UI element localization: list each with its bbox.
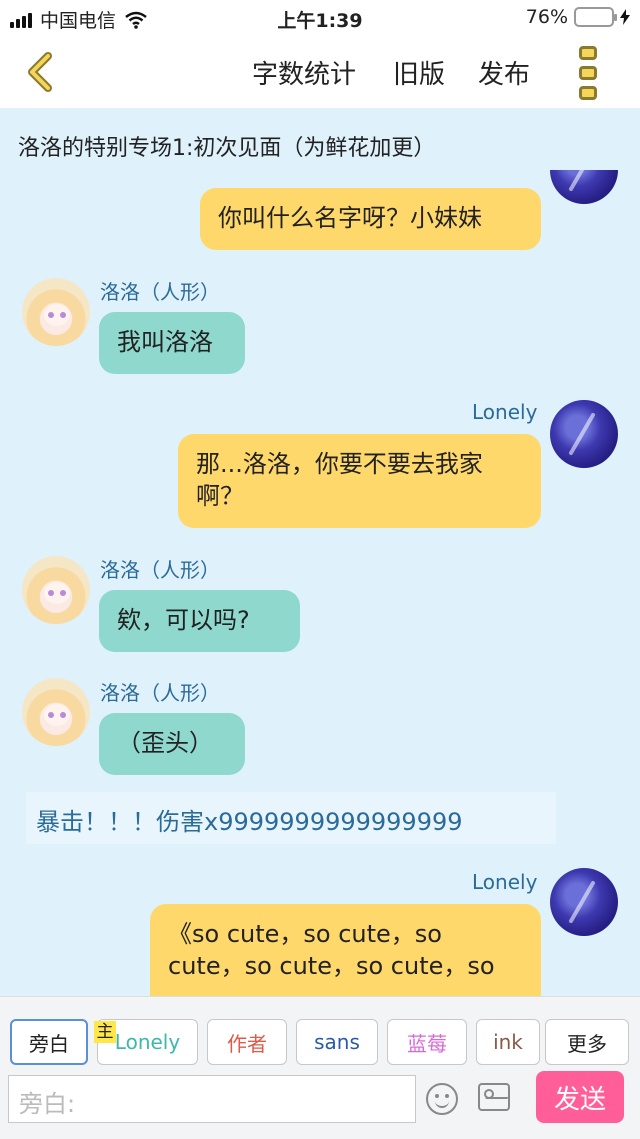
charging-icon bbox=[620, 9, 630, 25]
role-blueberry[interactable]: 蓝莓 bbox=[387, 1019, 467, 1065]
lonely-avatar[interactable] bbox=[550, 400, 618, 468]
role-bar: 旁白 Lonely 主 作者 sans 蓝莓 ink 更多 旁白: 发送 bbox=[0, 996, 640, 1139]
publish-button[interactable]: 发布 bbox=[478, 54, 530, 91]
speaker-name: 洛洛（人形） bbox=[100, 558, 220, 582]
luoluo-avatar[interactable] bbox=[22, 278, 90, 346]
message-bubble[interactable]: 你叫什么名字呀？小妹妹 bbox=[200, 188, 541, 250]
speaker-name: 洛洛（人形） bbox=[100, 280, 220, 304]
old-version-button[interactable]: 旧版 bbox=[393, 54, 445, 91]
status-right: 76% bbox=[526, 6, 630, 28]
role-author[interactable]: 作者 bbox=[207, 1019, 287, 1065]
status-bar: 中国电信 上午1:39 76% bbox=[0, 0, 640, 36]
speaker-name: 洛洛（人形） bbox=[100, 681, 220, 705]
role-ink[interactable]: ink bbox=[476, 1019, 540, 1065]
speaker-name: Lonely bbox=[472, 400, 538, 424]
speaker-name: Lonely bbox=[472, 870, 538, 894]
role-label: ink bbox=[493, 1030, 523, 1054]
message-bubble[interactable]: 《so cute，so cute，so cute，so cute，so cute… bbox=[150, 904, 541, 996]
role-label: 旁白 bbox=[29, 1031, 69, 1056]
message-bubble[interactable]: 我叫洛洛 bbox=[99, 312, 245, 374]
nav-bar: 字数统计 旧版 发布 bbox=[0, 36, 640, 108]
chapter-title: 洛洛的特别专场1:初次见面（为鲜花加更） bbox=[18, 136, 436, 161]
luoluo-avatar[interactable] bbox=[22, 678, 90, 746]
lonely-avatar[interactable] bbox=[550, 868, 618, 936]
lonely-avatar[interactable] bbox=[550, 170, 618, 204]
message-list[interactable]: 你叫什么名字呀？小妹妹 洛洛（人形） 我叫洛洛 Lonely 那...洛洛，你要… bbox=[0, 170, 640, 996]
message-bubble[interactable]: 那...洛洛，你要不要去我家啊？ bbox=[178, 434, 541, 528]
message-input[interactable]: 旁白: bbox=[8, 1075, 416, 1123]
role-label: sans bbox=[314, 1030, 360, 1054]
battery-percent: 76% bbox=[525, 6, 568, 28]
role-more-button[interactable]: 更多 bbox=[545, 1019, 629, 1065]
role-label: 更多 bbox=[567, 1031, 607, 1056]
role-label: Lonely bbox=[114, 1030, 181, 1054]
role-narration[interactable]: 旁白 bbox=[10, 1019, 88, 1065]
image-icon[interactable] bbox=[478, 1083, 510, 1111]
message-bubble[interactable]: （歪头） bbox=[99, 713, 245, 775]
back-arrow-icon[interactable] bbox=[18, 48, 66, 96]
main-role-badge: 主 bbox=[94, 1021, 116, 1043]
emoji-icon[interactable] bbox=[426, 1083, 458, 1115]
role-sans[interactable]: sans bbox=[296, 1019, 378, 1065]
message-bubble[interactable]: 欸，可以吗? bbox=[99, 590, 300, 652]
word-count-button[interactable]: 字数统计 bbox=[252, 54, 356, 91]
more-menu-icon[interactable] bbox=[579, 46, 601, 100]
luoluo-avatar[interactable] bbox=[22, 556, 90, 624]
narration-text[interactable]: 暴击！！！伤害x9999999999999999 bbox=[26, 792, 556, 844]
battery-icon bbox=[574, 7, 617, 27]
send-button[interactable]: 发送 bbox=[536, 1071, 624, 1123]
role-label: 作者 bbox=[227, 1031, 267, 1056]
role-label: 蓝莓 bbox=[407, 1031, 447, 1056]
